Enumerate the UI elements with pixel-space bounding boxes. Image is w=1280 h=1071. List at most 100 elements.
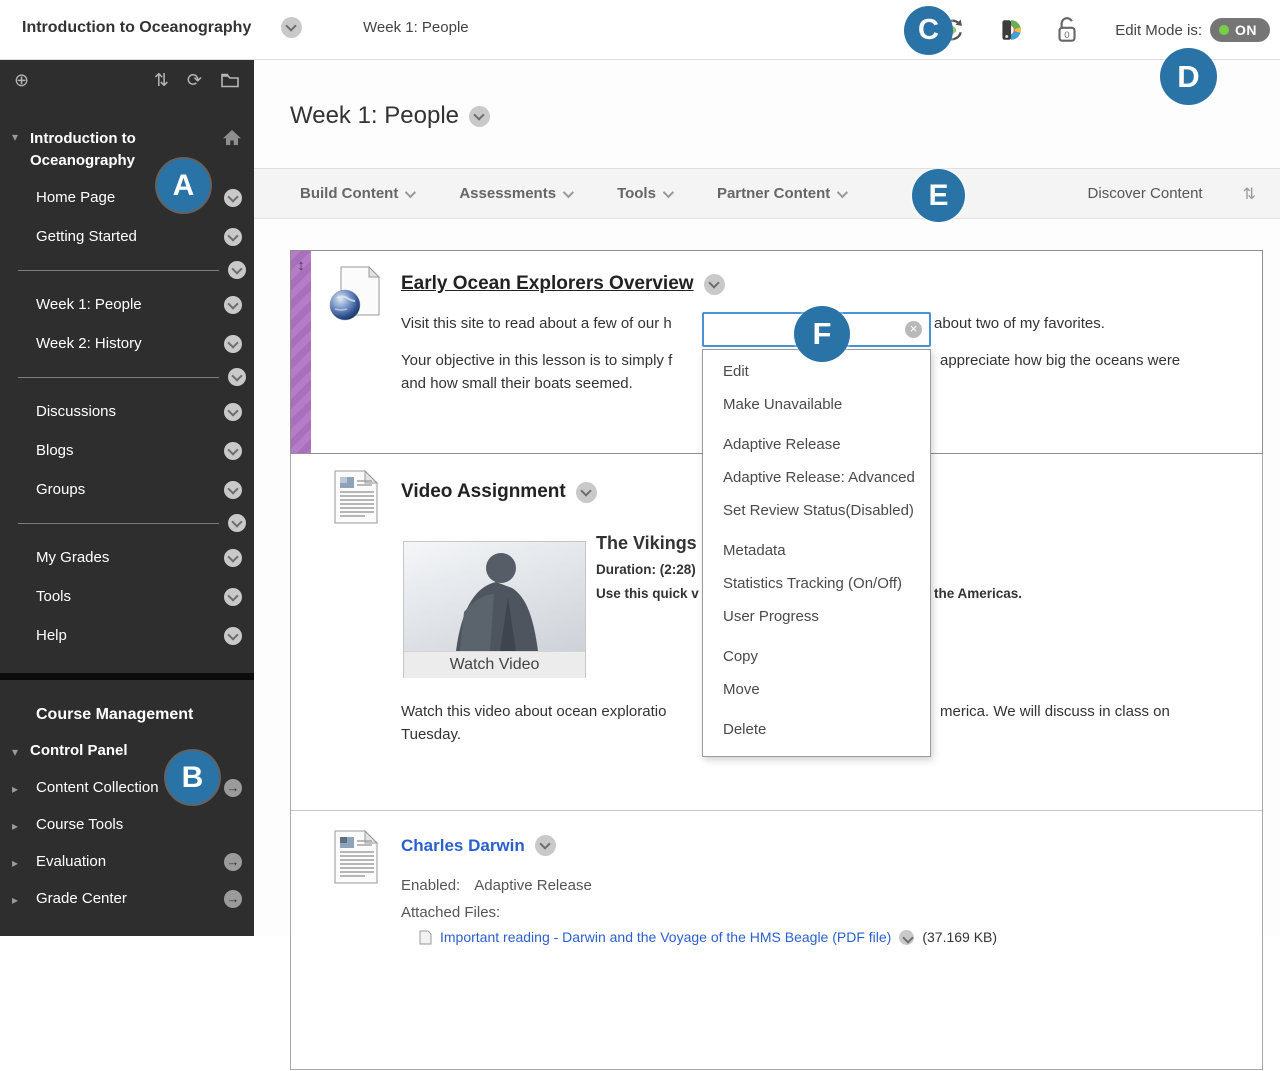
chevron-down-icon[interactable] [224, 227, 242, 246]
sidebar-item-tools[interactable]: Tools [0, 577, 254, 616]
menu-item-move[interactable]: Move [703, 680, 930, 700]
video-caption-line: Use this quick v [596, 586, 699, 601]
edit-mode-value: ON [1235, 22, 1257, 38]
annotation-badge-d: D [1160, 48, 1217, 105]
content-document-icon [331, 469, 389, 527]
menu-item-delete[interactable]: Delete [703, 720, 930, 740]
sidebar-item-home-page[interactable]: Home Page [0, 178, 254, 217]
sidebar-item-week-1[interactable]: Week 1: People [0, 285, 254, 324]
open-arrow-icon[interactable]: → [224, 889, 242, 908]
menu-item-make-unavailable[interactable]: Make Unavailable [703, 395, 930, 415]
sidebar-item-evaluation[interactable]: ▸ Evaluation → [0, 843, 254, 880]
sidebar-item-my-grades[interactable]: My Grades [0, 538, 254, 577]
course-menu-toolbar: ⊕ ⇅ ⟳ [0, 60, 254, 100]
item-title-link[interactable]: Charles Darwin [401, 836, 525, 856]
expand-triangle-icon[interactable]: ▸ [12, 854, 30, 870]
menu-divider [18, 261, 246, 279]
chevron-down-icon [837, 186, 849, 198]
edit-mode-on-dot [1219, 25, 1229, 35]
refresh-icon[interactable]: ⟳ [187, 71, 202, 89]
menu-item-copy[interactable]: Copy [703, 647, 930, 667]
expand-triangle-icon[interactable]: ▸ [12, 817, 30, 833]
attached-file-row[interactable]: Important reading - Darwin and the Voyag… [419, 929, 997, 945]
unlocked-padlock-icon[interactable]: 0 [1053, 15, 1081, 45]
chevron-down-icon[interactable] [224, 402, 242, 421]
discover-content-button[interactable]: Discover Content [1088, 185, 1203, 202]
item-title[interactable]: Video Assignment [401, 481, 566, 503]
expand-triangle-icon[interactable]: ▸ [12, 891, 30, 907]
chevron-down-icon[interactable] [224, 480, 242, 499]
chevron-down-icon[interactable] [228, 368, 246, 386]
assessments-button[interactable]: Assessments [459, 185, 575, 202]
chevron-down-icon[interactable] [228, 261, 246, 279]
theme-palette-icon[interactable] [997, 17, 1023, 43]
video-still-image [404, 542, 585, 651]
sidebar-item-groups[interactable]: Groups [0, 470, 254, 509]
attached-file-link[interactable]: Important reading - Darwin and the Voyag… [440, 929, 891, 945]
chevron-down-icon[interactable] [224, 334, 242, 353]
home-icon[interactable] [222, 128, 242, 147]
drag-handle-bar[interactable]: ↕ [291, 251, 311, 453]
edit-mode-label: Edit Mode is: [1115, 21, 1202, 39]
chevron-down-icon[interactable] [224, 587, 242, 606]
sidebar-item-course-tools[interactable]: ▸ Course Tools [0, 806, 254, 843]
menu-item-edit[interactable]: Edit [703, 362, 930, 382]
chevron-down-icon [405, 186, 417, 198]
content-document-icon [331, 829, 389, 887]
sidebar-item-week-2[interactable]: Week 2: History [0, 324, 254, 363]
add-menu-item-icon[interactable]: ⊕ [14, 71, 29, 89]
reorder-icon[interactable]: ⇅ [154, 71, 169, 89]
watch-video-button[interactable]: Watch Video [404, 651, 585, 678]
menu-item-user-progress[interactable]: User Progress [703, 607, 930, 627]
video-duration: Duration: (2:28) [596, 562, 696, 577]
annotation-badge-a: A [157, 159, 210, 212]
item-options-context-menu: × Edit Make Unavailable Adaptive Release… [702, 312, 931, 757]
annotation-badge-f: F [794, 306, 850, 362]
tools-button[interactable]: Tools [617, 185, 675, 202]
page-title: Week 1: People [290, 102, 459, 129]
move-handle-icon[interactable]: ↕ [297, 257, 305, 274]
collapse-triangle-icon[interactable]: ▾ [12, 128, 30, 144]
sidebar-course-header[interactable]: ▾ Introduction to Oceanography [0, 100, 254, 178]
menu-item-metadata[interactable]: Metadata [703, 541, 930, 561]
chevron-down-icon[interactable] [224, 626, 242, 645]
build-content-button[interactable]: Build Content [300, 185, 417, 202]
menu-item-list: Edit Make Unavailable Adaptive Release A… [702, 349, 931, 757]
edit-mode-toggle[interactable]: ON [1210, 18, 1270, 42]
chevron-down-icon[interactable] [224, 441, 242, 460]
item-options-chevron-icon[interactable] [575, 481, 597, 503]
sidebar-item-grade-center[interactable]: ▸ Grade Center → [0, 880, 254, 917]
menu-item-adaptive-release-advanced[interactable]: Adaptive Release: Advanced [703, 468, 930, 488]
menu-divider [18, 368, 246, 386]
partner-content-button[interactable]: Partner Content [717, 185, 849, 202]
chevron-down-icon[interactable] [228, 514, 246, 532]
clear-search-icon[interactable]: × [905, 321, 922, 338]
attached-file-size: (37.169 KB) [922, 929, 998, 945]
collapse-triangle-icon[interactable]: ▾ [12, 743, 30, 759]
menu-item-statistics-tracking[interactable]: Statistics Tracking (On/Off) [703, 574, 930, 594]
course-title-chevron-icon[interactable] [281, 17, 302, 38]
sidebar-item-blogs[interactable]: Blogs [0, 431, 254, 470]
sort-order-icon[interactable]: ⇅ [1243, 184, 1256, 204]
item-title-link[interactable]: Early Ocean Explorers Overview [401, 273, 694, 295]
menu-divider [18, 514, 246, 532]
open-arrow-icon[interactable]: → [224, 778, 242, 797]
breadcrumb: Week 1: People [363, 19, 469, 36]
file-options-chevron-icon[interactable] [899, 929, 915, 945]
chevron-down-icon[interactable] [224, 188, 242, 207]
sidebar-item-getting-started[interactable]: Getting Started [0, 217, 254, 256]
sidebar-item-control-panel[interactable]: ▾ Control Panel [0, 732, 254, 769]
chevron-down-icon[interactable] [224, 295, 242, 314]
chevron-down-icon[interactable] [224, 548, 242, 567]
folder-view-icon[interactable] [220, 71, 240, 89]
menu-item-adaptive-release[interactable]: Adaptive Release [703, 435, 930, 455]
item-options-chevron-icon[interactable] [703, 273, 725, 295]
sidebar-item-discussions[interactable]: Discussions [0, 392, 254, 431]
menu-item-set-review-status[interactable]: Set Review Status(Disabled) [703, 501, 930, 521]
sidebar-item-help[interactable]: Help [0, 616, 254, 655]
page-title-chevron-icon[interactable] [469, 105, 490, 127]
video-thumbnail[interactable]: Watch Video [403, 541, 586, 678]
item-options-chevron-icon[interactable] [534, 835, 556, 856]
open-arrow-icon[interactable]: → [224, 852, 242, 871]
expand-triangle-icon[interactable]: ▸ [12, 780, 30, 796]
